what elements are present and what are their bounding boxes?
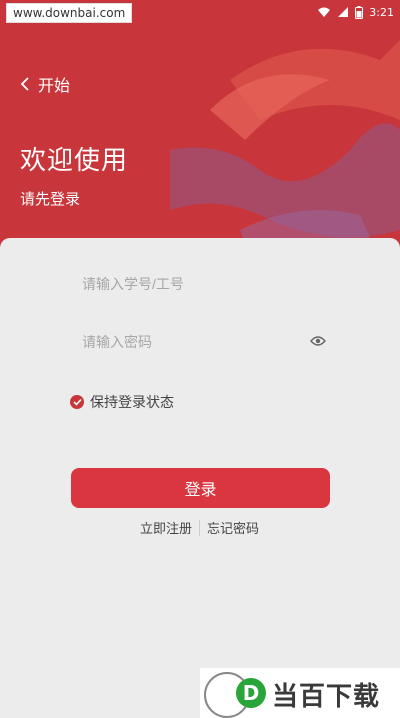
link-divider bbox=[199, 519, 201, 536]
battery-icon bbox=[355, 5, 364, 19]
logo-d-icon: D bbox=[236, 678, 266, 708]
auth-links: 立即注册 忘记密码 bbox=[140, 518, 259, 537]
header-banner: www.downbai.com 3:21 开始 欢迎使用 请先登录 bbox=[0, 0, 400, 260]
login-button[interactable]: 登录 bbox=[71, 468, 330, 508]
login-subtitle: 请先登录 bbox=[20, 190, 81, 208]
logo-text: 当百下载 bbox=[272, 682, 381, 712]
status-bar: www.downbai.com 3:21 bbox=[0, 0, 400, 24]
status-time: 3:21 bbox=[369, 5, 394, 19]
check-icon bbox=[70, 395, 84, 409]
status-icons: 3:21 bbox=[317, 0, 394, 24]
register-link[interactable]: 立即注册 bbox=[140, 518, 192, 537]
forgot-password-link[interactable]: 忘记密码 bbox=[207, 518, 259, 537]
remember-login-checkbox[interactable]: 保持登录状态 bbox=[70, 392, 174, 412]
back-label: 开始 bbox=[38, 76, 71, 95]
remember-label: 保持登录状态 bbox=[90, 395, 174, 411]
password-input[interactable] bbox=[80, 323, 334, 361]
header-background-art bbox=[170, 40, 400, 260]
student-id-input[interactable] bbox=[80, 265, 334, 303]
wifi-icon bbox=[318, 7, 331, 17]
watermark-text: www.downbai.com bbox=[6, 3, 133, 23]
downbai-logo: D 当百下载 bbox=[200, 668, 400, 718]
signal-icon bbox=[338, 7, 349, 17]
back-button[interactable]: 开始 bbox=[20, 72, 70, 96]
eye-icon[interactable] bbox=[310, 335, 326, 347]
chevron-left-icon bbox=[20, 77, 29, 91]
welcome-title: 欢迎使用 bbox=[20, 146, 129, 176]
